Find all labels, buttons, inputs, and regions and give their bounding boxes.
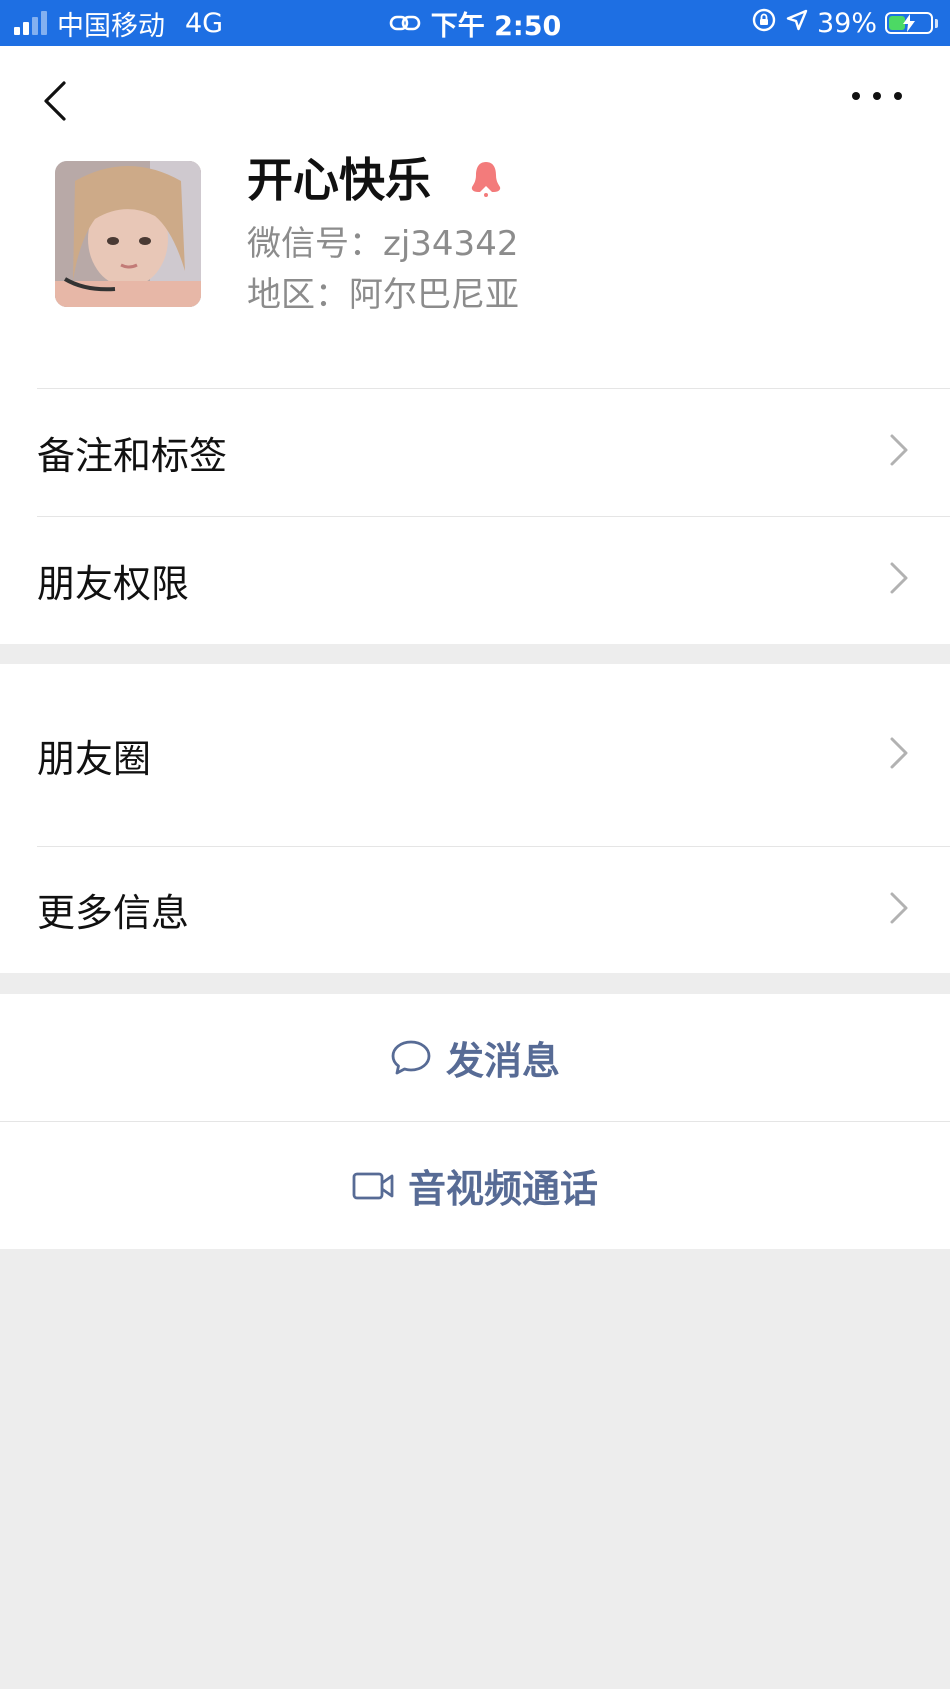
region: 地区：阿尔巴尼亚 [247, 275, 519, 315]
avatar-photo [55, 161, 201, 307]
more-info-label: 更多信息 [37, 891, 190, 935]
more-button[interactable] [852, 86, 902, 106]
more-dots-icon [852, 92, 860, 100]
battery-icon [885, 12, 938, 34]
send-message-button[interactable]: 发消息 [0, 994, 950, 1121]
remarks-tags-row[interactable]: 备注和标签 [0, 388, 950, 516]
video-camera-icon [352, 1171, 394, 1201]
chevron-right-icon [888, 735, 910, 775]
chat-bubble-icon [390, 1039, 432, 1077]
link-icon [389, 13, 421, 33]
send-message-label: 发消息 [445, 1039, 560, 1083]
chevron-right-icon [888, 890, 910, 930]
female-icon [468, 160, 504, 202]
more-info-row[interactable]: 更多信息 [0, 846, 950, 973]
avatar[interactable] [55, 161, 201, 307]
info-section: 朋友圈 更多信息 [0, 664, 950, 973]
location-icon [785, 8, 809, 39]
status-bar: 中国移动 4G 下午 2:50 39% [0, 0, 950, 46]
back-button[interactable] [40, 76, 80, 126]
chevron-right-icon [888, 432, 910, 472]
moments-row[interactable]: 朋友圈 [0, 664, 950, 846]
wechat-id: 微信号：zj34342 [247, 224, 519, 264]
orientation-lock-icon [751, 7, 777, 40]
remarks-tags-label: 备注和标签 [37, 433, 228, 478]
av-call-button[interactable]: 音视频通话 [0, 1122, 950, 1249]
battery-percent: 39% [816, 7, 877, 39]
chevron-right-icon [888, 560, 910, 600]
moments-label: 朋友圈 [37, 736, 152, 781]
friend-permissions-row[interactable]: 朋友权限 [0, 516, 950, 644]
nickname: 开心快乐 [247, 153, 431, 207]
friend-permissions-label: 朋友权限 [37, 561, 190, 606]
actions-section: 发消息 音视频通话 [0, 994, 950, 1249]
av-call-label: 音视频通话 [407, 1167, 598, 1211]
chevron-left-icon [44, 81, 66, 121]
profile-section: 开心快乐 微信号：zj34342 地区：阿尔巴尼亚 备注和标签 朋友权限 [0, 46, 950, 644]
status-right: 39% [743, 0, 938, 46]
status-time: 下午 2:50 [430, 10, 562, 42]
